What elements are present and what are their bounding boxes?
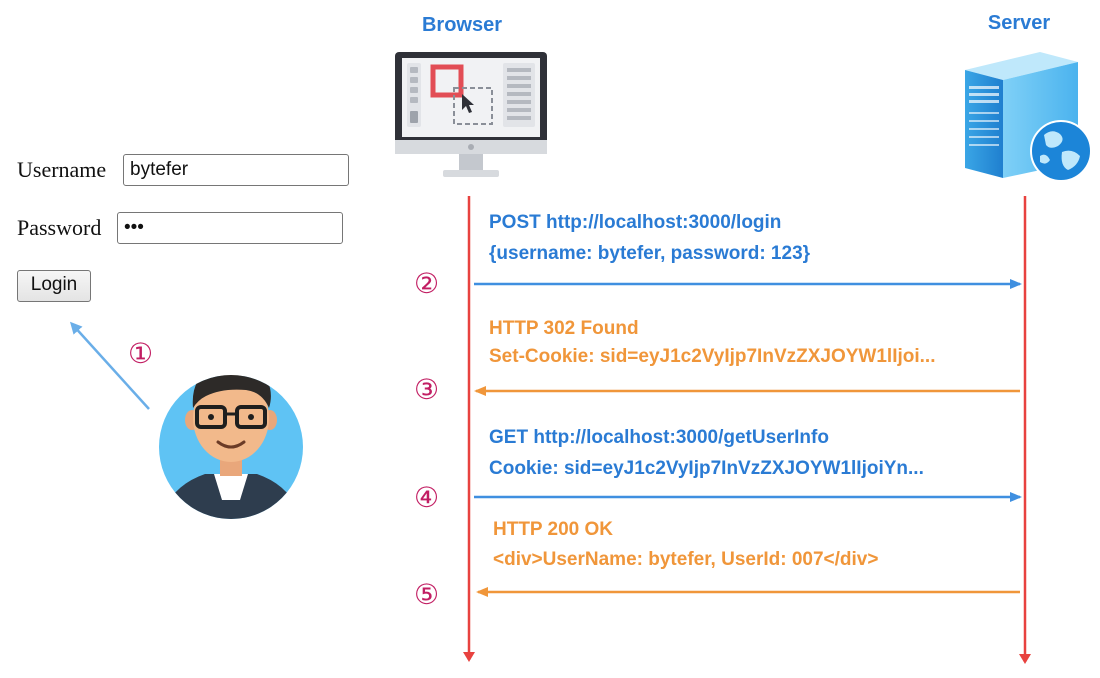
step-5-marker: ⑤ [414,578,439,611]
found-status: HTTP 302 Found [489,318,639,339]
sequence-diagram: Browser Server POST http://localhost:300… [69,12,1092,664]
step-3-marker: ③ [414,373,439,406]
step-2-marker: ② [414,267,439,300]
user-avatar-icon [159,375,303,519]
cookie-header: Cookie: sid=eyJ1c2VyIjp7InVzZXJOYW1lIjoi… [489,458,924,479]
password-input[interactable]: ••• [117,212,343,244]
set-cookie-header: Set-Cookie: sid=eyJ1c2VyIjp7InVzZXJOYW1l… [489,346,935,367]
server-tower-icon [965,52,1092,182]
browser-label: Browser [422,14,502,36]
post-request-body: {username: bytefer, password: 123} [489,243,811,264]
username-label: Username [17,157,107,182]
step-1-marker: ① [128,337,153,370]
username-input[interactable]: bytefer [123,154,349,186]
ok-status: HTTP 200 OK [493,519,613,540]
ok-body: <div>UserName: bytefer, UserId: 007</div… [493,549,878,570]
server-label: Server [988,12,1050,34]
step-4-marker: ④ [414,481,439,514]
login-button[interactable]: Login [17,270,91,302]
password-label: Password [17,215,102,240]
computer-monitor-icon [395,52,547,177]
post-request-line: POST http://localhost:3000/login [489,212,781,233]
get-request-line: GET http://localhost:3000/getUserInfo [489,427,829,448]
